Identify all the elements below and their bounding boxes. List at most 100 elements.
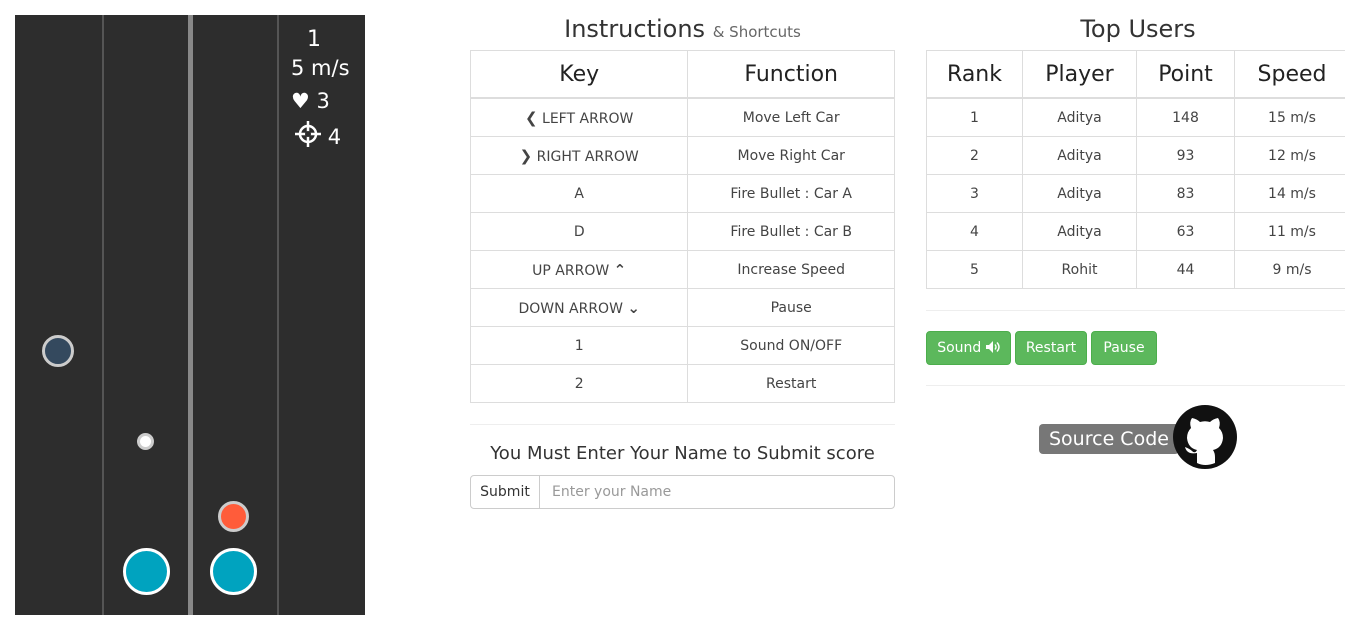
table-row: DOWN ARROW ⌄ Pause xyxy=(469,288,895,327)
table-row: 2 Aditya 93 12 m/s xyxy=(926,136,1345,175)
instructions-table: Key Function ❮ LEFT ARROW Move Left Car … xyxy=(469,50,895,403)
key-cell: ❮ LEFT ARROW xyxy=(469,97,689,137)
player-cell: Rohit xyxy=(1022,250,1137,289)
chevron-up-icon: ⌃ xyxy=(613,260,627,279)
name-input[interactable] xyxy=(539,475,895,509)
table-row: ❯ RIGHT ARROW Move Right Car xyxy=(469,136,895,175)
obstacle-circle xyxy=(42,335,74,367)
bullets-value: 4 xyxy=(327,125,342,149)
rank-cell: 2 xyxy=(926,136,1023,175)
top-users-table: Rank Player Point Speed 1 Aditya 148 15 … xyxy=(926,50,1345,289)
rank-cell: 3 xyxy=(926,174,1023,213)
speed-cell: 12 m/s xyxy=(1234,136,1345,175)
instructions-title: Instructions xyxy=(564,15,706,43)
instructions-subtitle: & Shortcuts xyxy=(712,23,801,41)
score-value: 1 xyxy=(307,27,321,52)
point-cell: 44 xyxy=(1136,250,1235,289)
player-cell: Aditya xyxy=(1022,212,1137,251)
name-submit-group: Submit xyxy=(470,475,895,509)
chevron-right-icon: ❯ xyxy=(519,146,533,165)
point-cell: 148 xyxy=(1136,97,1235,137)
sound-button[interactable]: Sound xyxy=(926,331,1011,365)
function-cell: Move Right Car xyxy=(687,136,895,175)
key-label: LEFT ARROW xyxy=(542,110,634,127)
instructions-heading: Instructions & Shortcuts xyxy=(470,15,895,43)
lives-counter: ♥ 3 xyxy=(291,89,330,113)
divider xyxy=(926,385,1345,386)
car-a xyxy=(123,548,170,595)
restart-button[interactable]: Restart xyxy=(1015,331,1087,365)
function-cell: Fire Bullet : Car A xyxy=(687,174,895,213)
key-cell: 2 xyxy=(469,364,689,403)
function-cell: Sound ON/OFF xyxy=(687,326,895,365)
key-label: RIGHT ARROW xyxy=(536,148,639,165)
table-row: UP ARROW ⌃ Increase Speed xyxy=(469,250,895,289)
speed-value: 5 m/s xyxy=(291,56,350,80)
key-cell: A xyxy=(469,174,689,213)
point-cell: 83 xyxy=(1136,174,1235,213)
divider xyxy=(926,310,1345,311)
key-cell: 1 xyxy=(469,326,689,365)
crosshair-icon xyxy=(295,121,321,147)
speed-header: Speed xyxy=(1234,50,1345,99)
heart-icon: ♥ xyxy=(291,89,310,113)
table-row: 5 Rohit 44 9 m/s xyxy=(926,250,1345,289)
game-board[interactable]: 1 5 m/s ♥ 3 4 xyxy=(15,15,365,615)
bullet xyxy=(137,433,154,450)
lane-divider xyxy=(102,15,104,615)
function-cell: Increase Speed xyxy=(687,250,895,289)
rank-cell: 1 xyxy=(926,97,1023,137)
table-row: 2 Restart xyxy=(469,364,895,403)
lives-value: 3 xyxy=(316,89,330,113)
player-cell: Aditya xyxy=(1022,174,1137,213)
table-row: D Fire Bullet : Car B xyxy=(469,212,895,251)
github-icon[interactable] xyxy=(1173,405,1237,469)
table-row: ❮ LEFT ARROW Move Left Car xyxy=(469,97,895,137)
car-b xyxy=(210,548,257,595)
submit-prompt: You Must Enter Your Name to Submit score xyxy=(490,443,875,464)
table-row: 1 Aditya 148 15 m/s xyxy=(926,97,1345,137)
key-cell: DOWN ARROW ⌄ xyxy=(469,288,689,327)
function-cell: Move Left Car xyxy=(687,97,895,137)
function-cell: Restart xyxy=(687,364,895,403)
lane-divider xyxy=(277,15,279,615)
point-header: Point xyxy=(1136,50,1235,99)
function-header: Function xyxy=(687,50,895,99)
speed-cell: 15 m/s xyxy=(1234,97,1345,137)
table-row: 1 Sound ON/OFF xyxy=(469,326,895,365)
divider xyxy=(470,424,895,425)
key-cell: UP ARROW ⌃ xyxy=(469,250,689,289)
player-cell: Aditya xyxy=(1022,97,1137,137)
key-cell: D xyxy=(469,212,689,251)
table-header-row: Rank Player Point Speed xyxy=(926,50,1345,99)
sound-button-label: Sound xyxy=(937,340,982,356)
table-row: 3 Aditya 83 14 m/s xyxy=(926,174,1345,213)
table-row: A Fire Bullet : Car A xyxy=(469,174,895,213)
top-users-title: Top Users xyxy=(1080,15,1196,43)
key-cell: ❯ RIGHT ARROW xyxy=(469,136,689,175)
speaker-icon xyxy=(985,341,1000,353)
key-label: DOWN ARROW xyxy=(518,300,623,317)
bullets-counter: 4 xyxy=(295,121,341,149)
rank-cell: 5 xyxy=(926,250,1023,289)
function-cell: Pause xyxy=(687,288,895,327)
rank-header: Rank xyxy=(926,50,1023,99)
speed-cell: 9 m/s xyxy=(1234,250,1345,289)
rank-cell: 4 xyxy=(926,212,1023,251)
source-code-link[interactable]: Source Code xyxy=(1039,424,1179,454)
lane-center-divider xyxy=(188,15,193,615)
player-cell: Aditya xyxy=(1022,136,1137,175)
key-header: Key xyxy=(469,50,689,99)
player-header: Player xyxy=(1022,50,1137,99)
point-cell: 93 xyxy=(1136,136,1235,175)
point-cell: 63 xyxy=(1136,212,1235,251)
bomb-obstacle xyxy=(218,501,249,532)
submit-button[interactable]: Submit xyxy=(470,475,540,509)
chevron-down-icon: ⌄ xyxy=(627,298,640,317)
table-row: 4 Aditya 63 11 m/s xyxy=(926,212,1345,251)
speed-cell: 11 m/s xyxy=(1234,212,1345,251)
key-label: UP ARROW xyxy=(532,262,610,279)
pause-button[interactable]: Pause xyxy=(1091,331,1157,365)
speed-cell: 14 m/s xyxy=(1234,174,1345,213)
table-header-row: Key Function xyxy=(469,50,895,99)
